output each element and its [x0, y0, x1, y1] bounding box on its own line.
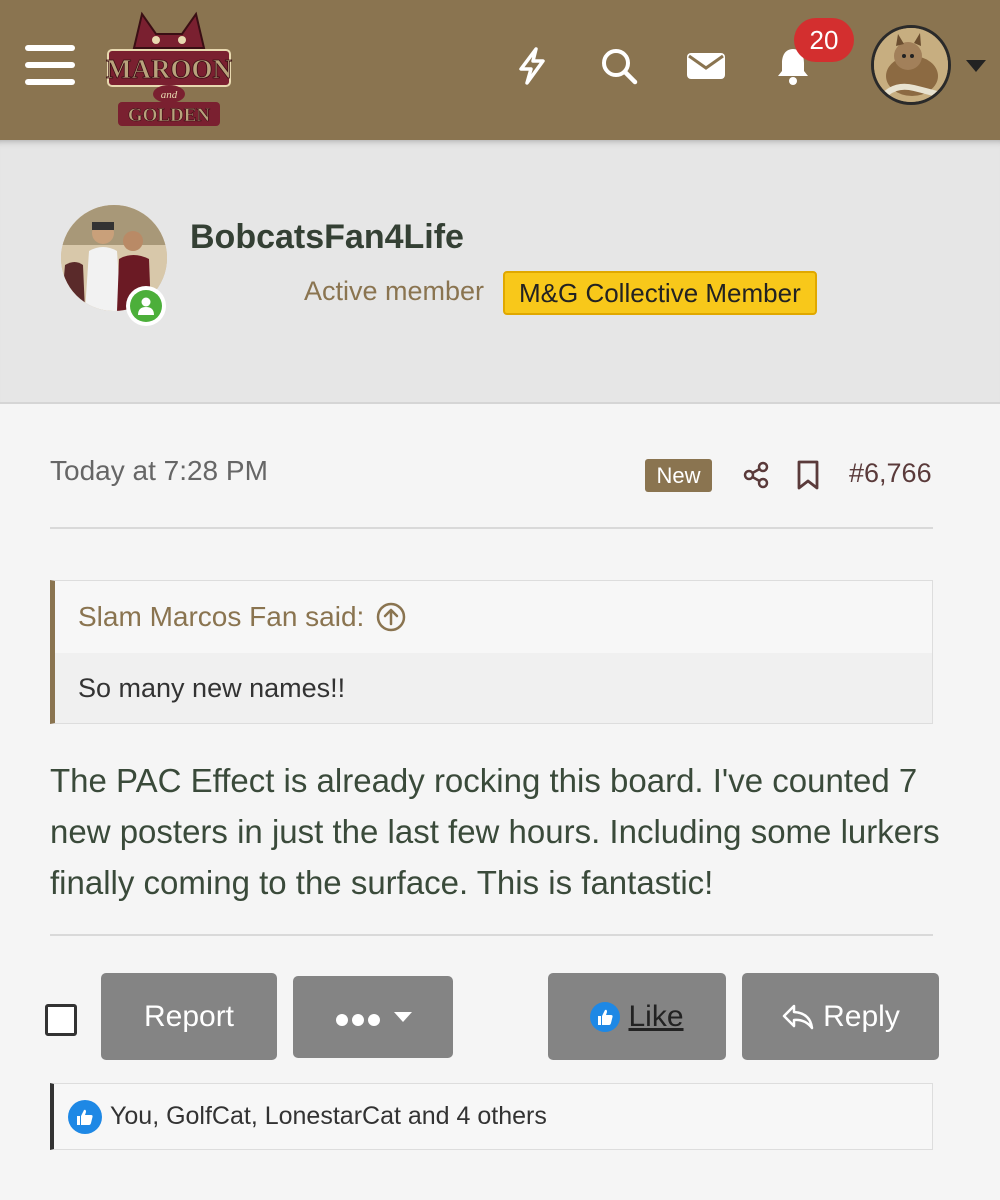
share-icon[interactable]: [739, 458, 773, 492]
user-icon: [138, 297, 154, 315]
caret-down-icon: [394, 1012, 412, 1022]
poster-user-title: Active member: [304, 276, 485, 306]
online-status-indicator: [126, 286, 166, 326]
post-body-text: The PAC Effect is already rocking this b…: [50, 762, 940, 901]
like-button[interactable]: Like: [548, 973, 726, 1060]
report-button[interactable]: Report: [101, 973, 277, 1060]
mail-icon[interactable]: [681, 42, 731, 90]
new-badge: New: [645, 459, 712, 492]
ellipsis-icon: [334, 1000, 382, 1034]
reactions-list[interactable]: You, GolfCat, LonestarCat and 4 others: [110, 1102, 547, 1131]
post-date[interactable]: Today at 7:28 PM: [50, 455, 268, 487]
logo-text-maroon: MAROON: [106, 54, 232, 84]
like-label: Like: [628, 999, 684, 1033]
user-avatar[interactable]: [871, 25, 951, 105]
bookmark-icon[interactable]: [791, 458, 825, 492]
reactions-bar: You, GolfCat, LonestarCat and 4 others: [50, 1083, 933, 1150]
top-navigation-bar: MAROON and GOLDEN 20: [0, 0, 1000, 140]
menu-icon[interactable]: [25, 45, 75, 85]
quote-block: Slam Marcos Fan said: So many new names!…: [50, 580, 933, 724]
poster-user-banner: M&G Collective Member: [503, 271, 817, 315]
select-post-checkbox[interactable]: [45, 1004, 77, 1036]
poster-username[interactable]: BobcatsFan4Life: [190, 218, 464, 257]
divider: [50, 527, 933, 529]
quote-header: Slam Marcos Fan said:: [55, 581, 932, 653]
lightning-icon[interactable]: [507, 42, 557, 90]
arrow-up-circle-icon[interactable]: [376, 602, 406, 632]
logo-text-and: and: [161, 89, 178, 101]
reply-icon: [782, 1004, 814, 1029]
chevron-down-icon[interactable]: [966, 60, 986, 72]
quote-text: So many new names!!: [78, 672, 346, 703]
reply-label: Reply: [823, 999, 900, 1033]
post-number-link[interactable]: #6,766: [849, 458, 932, 489]
more-options-button[interactable]: [293, 976, 453, 1058]
logo-text-golden: GOLDEN: [128, 105, 211, 126]
search-icon[interactable]: [594, 42, 644, 90]
quote-author[interactable]: Slam Marcos Fan said:: [78, 601, 364, 633]
notification-count-badge[interactable]: 20: [794, 18, 854, 62]
divider: [50, 934, 933, 936]
thumbs-up-icon: [68, 1099, 102, 1134]
site-logo[interactable]: MAROON and GOLDEN: [104, 8, 234, 128]
reply-button[interactable]: Reply: [742, 973, 939, 1060]
thumbs-up-icon: [590, 1001, 621, 1032]
